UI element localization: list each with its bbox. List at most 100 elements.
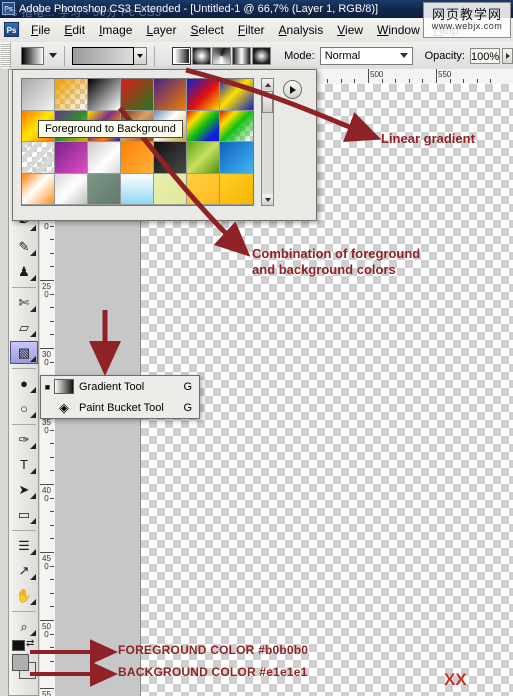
flyout-item-paint-bucket-tool[interactable]: ◈ Paint Bucket Tool G <box>41 397 199 418</box>
radial-gradient-button[interactable] <box>192 46 212 65</box>
gradient-swatch-blue-red-yellow[interactable] <box>187 79 220 111</box>
divider <box>64 45 65 66</box>
gradient-swatch-orange-yellow[interactable] <box>121 142 154 174</box>
angle-gradient-button[interactable] <box>212 46 232 65</box>
toolbox-notes-tool[interactable]: ☰ <box>10 534 38 557</box>
flyout-item-gradient-tool[interactable]: ■ Gradient Tool G <box>41 376 199 397</box>
ruler-label: 250 <box>42 282 51 299</box>
ruler-minor-tick <box>50 524 54 526</box>
gradient-swatch-gold-yellow[interactable] <box>187 173 220 205</box>
scroll-down-arrow-icon[interactable] <box>262 194 273 205</box>
gradient-preset-dropdown-button[interactable] <box>133 46 148 65</box>
gradient-tool-icon: ▧ <box>17 344 31 360</box>
toolbox-path-selection-tool[interactable]: ➤ <box>10 478 38 501</box>
gradient-panel-scrollbar[interactable] <box>261 78 274 206</box>
blend-mode-select[interactable]: Normal <box>319 46 413 65</box>
dodge-tool-icon: ○ <box>20 401 28 416</box>
menu-item-window[interactable]: Window <box>370 18 427 42</box>
gradient-swatch-blue-cyan[interactable] <box>220 142 253 174</box>
toolbox-zoom-tool[interactable]: ⌕ <box>10 615 38 638</box>
chevron-down-icon[interactable] <box>49 53 57 58</box>
ruler-tick <box>40 280 54 281</box>
gradient-swatch-blue-white[interactable] <box>88 142 121 174</box>
toolbox-color-sampler-tool[interactable]: ↗ <box>10 559 38 582</box>
panel-menu-icon[interactable] <box>283 80 302 99</box>
gradient-swatch-black-gray[interactable] <box>154 142 187 174</box>
toolbox-history-brush-tool[interactable]: ✄ <box>10 291 38 314</box>
gradient-swatch-green-yellow-green[interactable] <box>187 142 220 174</box>
opacity-slider-button[interactable] <box>502 47 513 64</box>
ruler-minor-tick <box>50 538 54 540</box>
ruler-minor-tick <box>395 79 397 83</box>
gradient-type-buttons <box>172 46 272 65</box>
toolbox-divider <box>12 611 36 612</box>
menu-item-image[interactable]: Image <box>92 18 139 42</box>
foreground-color-swatch[interactable] <box>12 654 29 671</box>
tool-more-triangle-icon <box>30 356 36 362</box>
tool-more-triangle-icon <box>30 574 36 580</box>
gradient-tooltip: Foreground to Background <box>38 120 183 138</box>
gradient-swatch-foreground-to-background[interactable] <box>22 79 55 111</box>
toolbox-rectangle-shape-tool[interactable]: ▭ <box>10 503 38 526</box>
gradient-swatch-black-white[interactable] <box>88 79 121 111</box>
ruler-minor-tick <box>50 307 54 309</box>
reflected-gradient-button[interactable] <box>232 46 252 65</box>
gradient-swatch-transparent-rainbow[interactable] <box>220 110 253 142</box>
gradient-swatch-violet-magenta[interactable] <box>55 142 88 174</box>
gradient-swatch-orange-stripes[interactable] <box>22 173 55 205</box>
linear-gradient-button[interactable] <box>172 46 192 65</box>
annotation-background-color: BACKGROUND COLOR #e1e1e1 <box>118 665 308 679</box>
scroll-up-arrow-icon[interactable] <box>262 79 273 90</box>
gradient-swatch-pale-yellow-green[interactable] <box>154 173 187 205</box>
toolbox-clone-stamp-tool[interactable]: ♟ <box>10 260 38 283</box>
gradient-swatch-grid <box>21 78 254 206</box>
color-sampler-tool-icon: ↗ <box>18 562 30 578</box>
menu-item-edit[interactable]: Edit <box>57 18 92 42</box>
menu-item-analysis[interactable]: Analysis <box>272 18 331 42</box>
menu-item-file[interactable]: File <box>24 18 57 42</box>
opacity-input[interactable]: 100% <box>469 47 501 64</box>
toolbox-type-tool[interactable]: T <box>10 453 38 476</box>
gradient-tool-icon <box>54 379 74 394</box>
toolbox-brush-tool[interactable]: ✎ <box>10 235 38 258</box>
menu-item-select[interactable]: Select <box>183 18 230 42</box>
scrollbar-thumb[interactable] <box>262 91 273 113</box>
gradient-swatch-foreground-to-transparent[interactable] <box>55 79 88 111</box>
gradient-preset-preview[interactable] <box>71 46 134 65</box>
tool-more-triangle-icon <box>30 599 36 605</box>
menu-item-filter[interactable]: Filter <box>231 18 272 42</box>
ruler-minor-tick <box>50 293 54 295</box>
menu-item-view[interactable]: View <box>330 18 370 42</box>
toolbox-hand-tool[interactable]: ✋ <box>10 584 38 607</box>
ruler-minor-tick <box>490 79 492 83</box>
toolbox-gradient-tool[interactable]: ▧ <box>10 341 38 364</box>
gradient-swatch-sage-green[interactable] <box>88 173 121 205</box>
toolbox-dodge-tool[interactable]: ○ <box>10 397 38 420</box>
ruler-minor-tick <box>476 79 478 83</box>
diamond-gradient-button[interactable] <box>252 46 272 65</box>
toolbox-eraser-tool[interactable]: ▱ <box>10 316 38 339</box>
blur-tool-icon: ● <box>20 376 28 391</box>
tool-more-triangle-icon <box>30 387 36 393</box>
gradient-swatch-spectrum[interactable] <box>187 110 220 142</box>
gradient-swatch-red-green[interactable] <box>121 79 154 111</box>
gradient-tool-flyout-menu: ■ Gradient Tool G ◈ Paint Bucket Tool G <box>40 375 200 419</box>
toolbox-blur-tool[interactable]: ● <box>10 372 38 395</box>
swap-colors-icon[interactable]: ⇄ <box>26 638 34 649</box>
gradient-swatch-transparent-stripes[interactable] <box>22 142 55 174</box>
default-colors-icon[interactable] <box>12 640 25 651</box>
ruler-tick <box>368 69 369 83</box>
gradient-swatch-amber[interactable] <box>220 173 253 205</box>
gradient-swatch-cyan-white[interactable] <box>121 173 154 205</box>
gradient-swatch-violet-orange[interactable] <box>154 79 187 111</box>
ruler-minor-tick <box>50 674 54 676</box>
ruler-label: 550 <box>438 70 452 79</box>
gradient-swatch-silver[interactable] <box>55 173 88 205</box>
tool-more-triangle-icon <box>30 412 36 418</box>
toolbox-pen-tool[interactable]: ✑ <box>10 428 38 451</box>
tool-more-triangle-icon <box>30 630 36 636</box>
gradient-tool-icon[interactable] <box>20 46 44 65</box>
menu-item-layer[interactable]: Layer <box>139 18 183 42</box>
gradient-swatch-blue-yellow-blue[interactable] <box>220 79 253 111</box>
options-bar-grip[interactable] <box>1 43 11 68</box>
